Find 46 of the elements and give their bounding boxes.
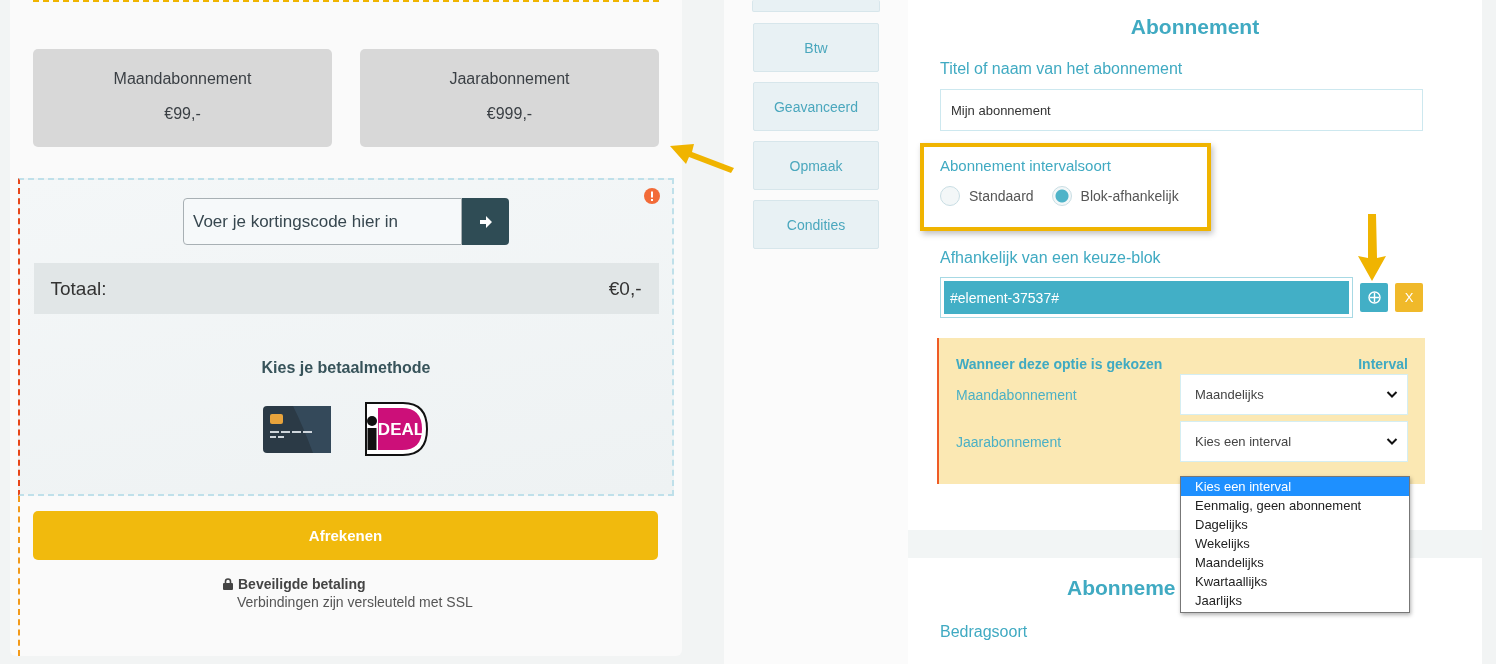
dropdown-option[interactable]: Dagelijks [1181, 515, 1409, 534]
coupon-field[interactable]: Voer je kortingscode hier in [183, 198, 462, 245]
chevron-down-icon [1386, 390, 1398, 399]
dropdown-option[interactable]: Kwartaallijks [1181, 572, 1409, 591]
crosshair-icon [1367, 291, 1381, 304]
dropdown-option[interactable]: Maandelijks [1181, 553, 1409, 572]
credit-card-icon [263, 406, 331, 453]
name-field[interactable]: Mijn abonnement [940, 89, 1423, 131]
radio-option[interactable]: Blok-afhankelijk [1051, 186, 1179, 206]
radio-button[interactable] [940, 186, 960, 206]
lock-icon [223, 578, 233, 591]
field-label: Abonnement intervalsoort [940, 157, 1112, 174]
column-header: Wanneer deze optie is gekozen [956, 356, 1163, 372]
annotation-arrow [1357, 212, 1387, 282]
plan-card[interactable]: Maandabonnement €99,- [33, 49, 332, 147]
card-title: Abonnement [1129, 15, 1261, 39]
radio-button[interactable] [1051, 186, 1072, 206]
radio-option[interactable]: Standaard [940, 186, 1034, 206]
arrow-icon [478, 214, 493, 229]
option-label: Maandabonnement [956, 386, 1077, 403]
target-button[interactable] [1360, 283, 1388, 312]
apply-button[interactable] [462, 198, 509, 245]
dropdown-option[interactable]: Eenmalig, geen abonnement [1181, 496, 1409, 515]
total-label: Totaal: [50, 277, 107, 300]
warning-icon [644, 188, 660, 204]
ideal-logo: DEAL [365, 402, 429, 457]
dropdown-option[interactable]: Wekelijks [1181, 534, 1409, 553]
section-title: Kies je betaalmethode [261, 359, 431, 377]
interval-select[interactable]: Maandelijks [1180, 374, 1408, 415]
plan-name: Jaarabonnement [449, 70, 570, 88]
secure-note: Verbindingen zijn versleuteld met SSL [237, 594, 474, 611]
plan-name: Maandabonnement [113, 70, 252, 88]
plan-card[interactable]: Jaarabonnement €999,- [360, 49, 659, 147]
plan-price: €999,- [486, 105, 533, 123]
dropdown-option[interactable]: Jaarlijks [1181, 591, 1409, 610]
option-label: Jaarabonnement [956, 433, 1062, 450]
interval-select[interactable]: Kies een interval [1180, 421, 1408, 462]
chevron-down-icon [1386, 437, 1398, 446]
secure-title: Beveiligde betaling [238, 576, 366, 593]
card-title: Abonneme [1067, 576, 1176, 600]
plan-price: €99,- [164, 105, 201, 123]
field-label: Bedragsoort [940, 623, 1029, 641]
field-label: Afhankelijk van een keuze-blok [940, 249, 1162, 267]
column-header: Interval [1358, 356, 1408, 372]
total-value: €0,- [608, 277, 642, 300]
field-label: Titel of naam van het abonnement [940, 60, 1184, 78]
